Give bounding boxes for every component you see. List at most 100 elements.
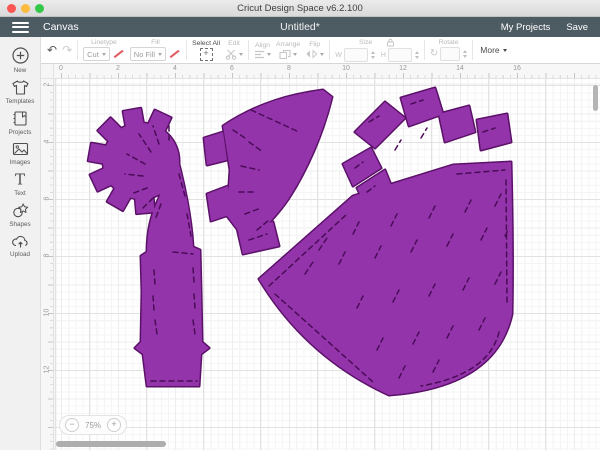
letter-t-icon: T xyxy=(11,171,29,188)
ruler-corner xyxy=(41,64,54,79)
width-label: W xyxy=(335,52,342,59)
zoom-control: − 75% + xyxy=(59,415,127,435)
height-stepper[interactable] xyxy=(415,51,419,59)
linetype-color-swatch[interactable] xyxy=(112,48,125,60)
h-ruler-label: 2 xyxy=(116,65,120,72)
fill-color-swatch[interactable] xyxy=(168,48,181,60)
edit-label: Edit xyxy=(228,40,240,47)
arrange-group: Arrange xyxy=(276,41,300,60)
sidebar-item-shapes[interactable]: Shapes xyxy=(0,202,40,228)
more-button[interactable]: More xyxy=(480,45,506,55)
h-ruler-label: 6 xyxy=(230,65,234,72)
sidebar-item-text[interactable]: T Text xyxy=(0,171,40,197)
notebook-icon xyxy=(11,110,29,127)
chevron-down-icon xyxy=(158,53,162,56)
rotate-label: Rotate xyxy=(439,39,459,46)
small-petal-shape[interactable] xyxy=(204,90,332,254)
height-label: H xyxy=(381,52,386,59)
window-titlebar: Cricut Design Space v6.2.100 xyxy=(0,0,600,17)
width-stepper[interactable] xyxy=(371,51,375,59)
v-ruler-label: 12 xyxy=(44,364,51,376)
stem-shape[interactable] xyxy=(88,108,209,386)
h-ruler-label: 4 xyxy=(173,65,177,72)
menu-hamburger-icon[interactable] xyxy=(12,22,29,33)
v-ruler-label: 2 xyxy=(44,79,51,91)
picture-icon xyxy=(11,141,30,157)
size-label: Size xyxy=(359,39,372,46)
v-ruler-label: 10 xyxy=(44,307,51,319)
align-label: Align xyxy=(255,42,270,49)
h-ruler-label: 12 xyxy=(399,65,407,72)
cricut-design-space-window: Cricut Design Space v6.2.100 Canvas Unti… xyxy=(0,0,600,450)
linetype-label: Linetype xyxy=(91,39,117,46)
select-all-icon[interactable] xyxy=(200,48,213,61)
select-all-group[interactable]: Select All xyxy=(192,40,220,61)
sidebar-item-new[interactable]: New xyxy=(0,46,40,74)
v-ruler-label: 4 xyxy=(44,136,51,148)
linetype-group: Linetype Cut xyxy=(83,39,125,61)
window-title: Cricut Design Space v6.2.100 xyxy=(0,3,600,14)
tshirt-icon xyxy=(11,79,30,96)
cloud-upload-icon xyxy=(11,233,30,249)
flip-group: Flip xyxy=(305,41,324,59)
chevron-down-icon xyxy=(267,53,271,56)
svg-text:T: T xyxy=(15,171,25,188)
h-ruler-label: 16 xyxy=(513,65,521,72)
fill-dropdown[interactable]: No Fill xyxy=(130,47,166,61)
chevron-down-icon xyxy=(320,53,324,56)
sidebar-item-templates[interactable]: Templates xyxy=(0,79,40,105)
select-all-label: Select All xyxy=(192,40,220,47)
star-shape-icon xyxy=(11,202,30,219)
sidebar-item-projects[interactable]: Projects xyxy=(0,110,40,136)
align-group: Align xyxy=(254,42,271,59)
edit-group: Edit xyxy=(225,40,243,60)
vertical-scrollbar[interactable] xyxy=(593,85,598,111)
edit-toolbar: ↶ ↷ Linetype Cut Fill xyxy=(41,37,600,64)
v-ruler-label: 8 xyxy=(44,250,51,262)
rotate-icon[interactable]: ↻ xyxy=(430,49,438,59)
zoom-level: 75% xyxy=(85,421,101,430)
h-ruler-label: 8 xyxy=(287,65,291,72)
design-sidebar: New Templates Projects xyxy=(0,37,41,450)
chevron-down-icon xyxy=(503,49,507,52)
chevron-down-icon xyxy=(239,53,243,56)
vertical-ruler: 2 4 6 8 10 12 xyxy=(41,78,54,450)
h-ruler-label: 14 xyxy=(456,65,464,72)
new-plus-icon xyxy=(11,46,30,65)
width-input[interactable] xyxy=(344,48,368,62)
my-projects-link[interactable]: My Projects xyxy=(501,22,551,33)
fill-group: Fill No Fill xyxy=(130,39,181,61)
undo-icon[interactable]: ↶ xyxy=(47,44,57,56)
canvas-area[interactable]: 0 2 4 6 8 10 12 14 16 2 4 6 8 10 12 xyxy=(41,64,600,450)
align-lines-icon[interactable] xyxy=(254,50,265,59)
flip-icon[interactable] xyxy=(305,49,318,59)
h-ruler-label: 0 xyxy=(59,65,63,72)
zoom-out-button[interactable]: − xyxy=(65,418,79,432)
sidebar-item-images[interactable]: Images xyxy=(0,141,40,166)
horizontal-scrollbar[interactable] xyxy=(56,441,166,447)
rotate-stepper[interactable] xyxy=(463,50,467,58)
chevron-down-icon xyxy=(293,53,297,56)
flip-label: Flip xyxy=(309,41,320,48)
height-input[interactable] xyxy=(388,48,412,62)
arrange-label: Arrange xyxy=(276,41,300,48)
h-ruler-label: 10 xyxy=(342,65,350,72)
redo-icon[interactable]: ↷ xyxy=(62,44,72,56)
chevron-down-icon xyxy=(102,53,106,56)
lock-icon[interactable] xyxy=(386,38,395,47)
rotate-group: Rotate ↻ xyxy=(430,39,467,61)
zoom-in-button[interactable]: + xyxy=(107,418,121,432)
v-ruler-label: 6 xyxy=(44,193,51,205)
design-shapes-layer[interactable] xyxy=(41,64,600,450)
size-group: Size W H xyxy=(335,38,419,62)
app-header: Canvas Untitled* My Projects Save xyxy=(0,17,600,37)
save-button[interactable]: Save xyxy=(566,22,588,33)
horizontal-ruler: 0 2 4 6 8 10 12 14 16 xyxy=(53,64,600,79)
linetype-dropdown[interactable]: Cut xyxy=(83,47,110,61)
canvas-label: Canvas xyxy=(43,21,79,33)
sidebar-item-upload[interactable]: Upload xyxy=(0,233,40,258)
arrange-layers-icon[interactable] xyxy=(279,49,291,60)
rotate-input[interactable] xyxy=(440,47,460,61)
scissors-icon[interactable] xyxy=(225,48,237,60)
fill-label: Fill xyxy=(151,39,160,46)
